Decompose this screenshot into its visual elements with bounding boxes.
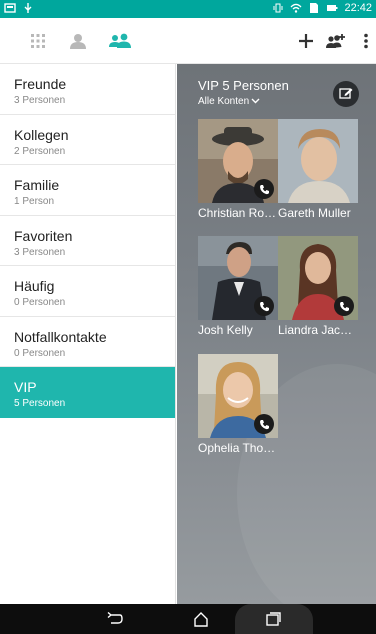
contacts-tab-icon[interactable] <box>64 28 92 54</box>
contact-name: Josh Kelly <box>198 323 253 337</box>
chevron-down-icon <box>251 96 260 107</box>
group-name: Kollegen <box>14 126 69 143</box>
add-group-icon[interactable] <box>322 28 350 54</box>
battery-icon <box>326 2 338 14</box>
group-item-freunde[interactable]: Freunde 3 Personen <box>0 64 175 115</box>
contact-photo <box>198 354 278 438</box>
group-name: Häufig <box>14 278 55 294</box>
status-bar: 22:42 <box>0 0 376 18</box>
contact-card[interactable]: Ophelia Tho… <box>198 354 278 455</box>
contact-name: Gareth Muller <box>278 206 351 220</box>
group-title: VIP 5 Personen <box>198 78 289 93</box>
group-detail-panel: VIP 5 Personen Alle Konten Christian Ro…… <box>177 64 376 604</box>
dialpad-tab-icon[interactable] <box>24 28 52 54</box>
group-name: Freunde <box>14 76 67 92</box>
phone-icon[interactable] <box>254 179 274 199</box>
group-item-favoriten[interactable]: Favoriten 3 Personen <box>0 216 175 266</box>
group-name: Favoriten <box>14 227 73 244</box>
account-filter-dropdown[interactable]: Alle Konten <box>198 96 260 107</box>
group-item-kollegen[interactable]: Kollegen 2 Personen <box>0 115 175 165</box>
group-name: Notfallkontakte <box>14 328 107 345</box>
contact-photo <box>198 119 278 203</box>
edit-group-icon <box>339 88 353 99</box>
group-count: 2 Personen <box>14 145 66 157</box>
group-name: VIP <box>14 379 37 395</box>
groups-tab-icon[interactable] <box>106 28 134 54</box>
add-icon[interactable] <box>292 28 320 54</box>
phone-icon[interactable] <box>334 296 354 316</box>
group-count: 3 Personen <box>14 246 66 258</box>
group-item-vip[interactable]: VIP 5 Personen <box>0 367 175 418</box>
status-time: 22:42 <box>344 2 372 14</box>
contact-name: Ophelia Tho… <box>198 441 276 455</box>
group-count: 0 Personen <box>14 297 66 308</box>
usb-icon <box>22 2 34 14</box>
contact-name: Christian Ro… <box>198 206 277 220</box>
contact-photo <box>198 236 278 320</box>
group-count: 3 Personen <box>14 95 66 106</box>
contact-card[interactable]: Josh Kelly <box>198 236 278 337</box>
group-count: 1 Person <box>14 196 55 207</box>
group-count: 5 Personen <box>14 398 66 409</box>
contact-card[interactable]: Gareth Muller <box>278 119 358 220</box>
sim-icon <box>308 2 320 14</box>
more-icon[interactable] <box>352 28 376 54</box>
contact-card[interactable]: Christian Ro… <box>198 119 278 220</box>
group-item-haeufig[interactable]: Häufig 0 Personen <box>0 266 175 317</box>
phone-icon[interactable] <box>254 414 274 434</box>
recent-apps-icon[interactable] <box>262 609 284 629</box>
wifi-icon <box>290 2 302 14</box>
back-icon[interactable] <box>104 609 126 629</box>
edit-group-button[interactable] <box>333 81 359 107</box>
group-name: Familie <box>14 177 60 193</box>
navigation-bar <box>0 604 376 634</box>
contact-name: Liandra Jac… <box>278 323 353 337</box>
home-icon[interactable] <box>190 609 212 629</box>
group-item-familie[interactable]: Familie 1 Person <box>0 165 175 216</box>
account-filter-label: Alle Konten <box>198 96 250 107</box>
vibrate-icon <box>272 2 284 14</box>
phone-icon[interactable] <box>254 296 274 316</box>
group-count: 0 Personen <box>14 347 66 359</box>
group-list: Freunde 3 Personen Kollegen 2 Personen F… <box>0 64 176 604</box>
action-bar <box>0 18 376 64</box>
group-item-notfallkontakte[interactable]: Notfallkontakte 0 Personen <box>0 317 175 367</box>
contact-card[interactable]: Liandra Jac… <box>278 236 358 337</box>
contact-photo <box>278 119 358 203</box>
notification-icon <box>4 2 16 14</box>
contact-photo <box>278 236 358 320</box>
